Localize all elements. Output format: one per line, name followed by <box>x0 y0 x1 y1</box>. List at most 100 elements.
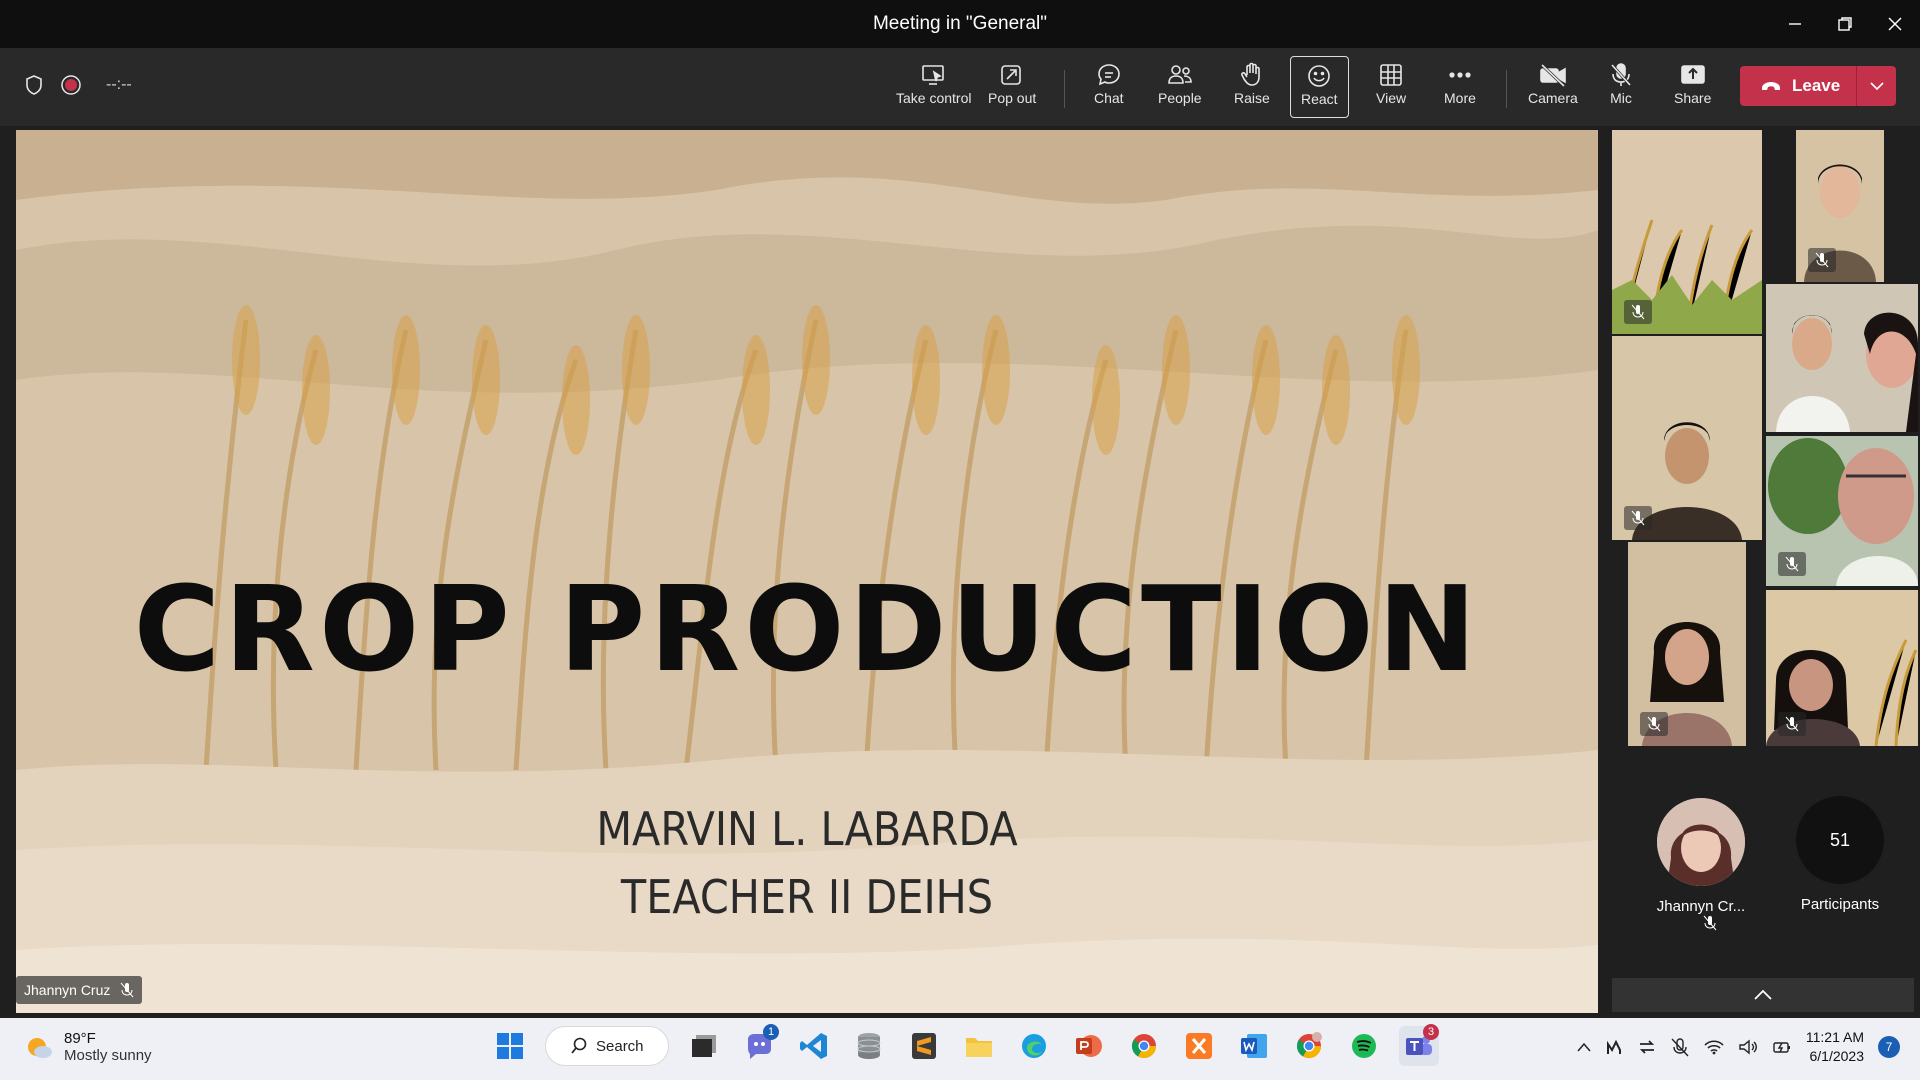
database-app[interactable] <box>849 1026 889 1066</box>
video-tile[interactable] <box>1612 130 1762 334</box>
meeting-timer: --:-- <box>106 76 132 93</box>
video-tile[interactable] <box>1766 590 1918 746</box>
chrome-app[interactable] <box>1124 1026 1164 1066</box>
participants-label: Participants <box>1800 896 1880 913</box>
taskbar-search[interactable]: Search <box>545 1026 669 1066</box>
video-tile[interactable] <box>1766 436 1918 586</box>
task-view-button[interactable] <box>684 1026 724 1066</box>
edge-app[interactable] <box>1014 1026 1054 1066</box>
mic-off-icon <box>1815 252 1829 268</box>
system-clock[interactable]: 11:21 AM 6/1/2023 <box>1806 1028 1864 1066</box>
weather-temp: 89°F <box>64 1030 96 1047</box>
meeting-status: --:-- <box>24 74 132 96</box>
hang-up-icon <box>1762 82 1780 90</box>
raise-hand-button[interactable]: Raise <box>1234 60 1270 116</box>
meeting-toolbar: --:-- Take control Pop out Chat People R… <box>0 48 1920 126</box>
camera-button[interactable]: Camera <box>1528 60 1578 116</box>
self-participant-name: Jhannyn Cr... <box>1656 898 1746 915</box>
pop-out-button[interactable]: Pop out <box>988 60 1036 116</box>
collapse-gallery-button[interactable] <box>1612 978 1914 1012</box>
minimize-icon <box>1789 23 1801 25</box>
window-titlebar: Meeting in "General" <box>0 0 1920 48</box>
video-tile[interactable] <box>1612 336 1762 540</box>
powerpoint-icon <box>1076 1035 1102 1057</box>
slide-title: CROP PRODUCTION <box>133 560 1481 698</box>
clock-date: 6/1/2023 <box>1809 1048 1865 1064</box>
shield-icon <box>26 75 42 95</box>
people-button[interactable]: People <box>1158 60 1202 116</box>
chat-button[interactable]: Chat <box>1094 60 1124 116</box>
weather-widget[interactable]: 89°F Mostly sunny <box>24 1030 152 1064</box>
restore-button[interactable] <box>1820 0 1870 48</box>
sync-arrows-icon[interactable] <box>1638 1038 1656 1056</box>
recording-icon <box>61 75 81 95</box>
chevron-down-icon <box>1869 82 1884 91</box>
share-button[interactable]: Share <box>1674 60 1711 116</box>
word-app[interactable] <box>1234 1026 1274 1066</box>
teams-app[interactable]: 3 <box>1399 1024 1439 1066</box>
task-view-icon <box>692 1035 716 1057</box>
participant-muted-indicator <box>1808 248 1836 272</box>
teams-chat-app[interactable]: 1 <box>739 1024 779 1066</box>
close-button[interactable] <box>1870 0 1920 48</box>
windows-logo-icon <box>497 1033 523 1059</box>
start-button[interactable] <box>490 1026 530 1066</box>
restore-icon <box>1838 17 1852 31</box>
mic-off-icon <box>1631 510 1645 526</box>
video-tile[interactable] <box>1766 284 1918 432</box>
participants-video-panel: Jhannyn Cr... 51 Participants <box>1604 126 1920 1016</box>
participants-button[interactable]: 51 Participants <box>1780 796 1900 913</box>
chevron-up-icon[interactable] <box>1576 1041 1592 1053</box>
vscode-app[interactable] <box>794 1026 834 1066</box>
close-icon <box>1888 17 1902 31</box>
nvidia-activity-icon[interactable] <box>1606 1038 1624 1056</box>
battery-charging-icon[interactable] <box>1772 1038 1792 1056</box>
self-participant[interactable]: Jhannyn Cr... <box>1640 798 1762 933</box>
participant-muted-indicator <box>1778 552 1806 576</box>
leave-options-dropdown[interactable] <box>1857 81 1896 91</box>
mic-off-icon <box>1631 304 1645 320</box>
chrome-browser-icon <box>1131 1034 1156 1059</box>
take-control-button[interactable]: Take control <box>896 60 971 116</box>
participant-muted-indicator <box>1624 506 1652 530</box>
spotify-app[interactable] <box>1344 1026 1384 1066</box>
react-button[interactable]: React <box>1290 56 1349 118</box>
file-explorer-app[interactable] <box>959 1026 999 1066</box>
participant-muted-indicator <box>1624 300 1652 324</box>
video-tile[interactable] <box>1796 130 1884 282</box>
mic-off-icon <box>1785 556 1799 572</box>
leave-button[interactable]: Leave <box>1740 66 1896 106</box>
notification-badge[interactable]: 7 <box>1878 1036 1900 1058</box>
folder-icon <box>966 1038 992 1057</box>
mic-off-icon <box>1785 716 1799 732</box>
minimize-button[interactable] <box>1770 0 1820 48</box>
mic-muted-tray-icon[interactable] <box>1670 1037 1690 1057</box>
search-icon <box>571 1037 587 1054</box>
mic-off-icon <box>1610 63 1632 87</box>
weather-desc: Mostly sunny <box>64 1047 152 1064</box>
take-control-icon <box>921 65 944 85</box>
windows-taskbar: 89°F Mostly sunny Search 1 3 11:21 AM 6/… <box>0 1018 1920 1080</box>
sublime-text-app[interactable] <box>904 1026 944 1066</box>
clock-time: 11:21 AM <box>1805 1029 1864 1045</box>
chat-badge: 1 <box>763 1024 779 1040</box>
xampp-app[interactable] <box>1179 1026 1219 1066</box>
speaker-icon[interactable] <box>1738 1038 1758 1056</box>
mic-button[interactable]: Mic <box>1608 60 1634 116</box>
participant-video <box>1766 284 1918 432</box>
grid-view-icon <box>1380 64 1402 86</box>
powerpoint-app[interactable] <box>1069 1026 1109 1066</box>
mic-off-icon <box>121 982 134 998</box>
chevron-up-icon <box>1754 989 1772 1000</box>
chat-icon <box>1097 64 1120 86</box>
slide-presenter-name: MARVIN L. LABARDA <box>596 802 1018 856</box>
chrome-profile-app[interactable] <box>1289 1026 1329 1066</box>
vscode-icon <box>800 1033 827 1059</box>
wifi-icon[interactable] <box>1704 1039 1724 1055</box>
view-button[interactable]: View <box>1376 60 1406 116</box>
video-tile[interactable] <box>1628 542 1746 746</box>
word-icon <box>1241 1034 1267 1058</box>
more-button[interactable]: More <box>1444 60 1476 116</box>
participant-count: 51 <box>1796 796 1884 884</box>
sublime-text-icon <box>912 1033 936 1059</box>
